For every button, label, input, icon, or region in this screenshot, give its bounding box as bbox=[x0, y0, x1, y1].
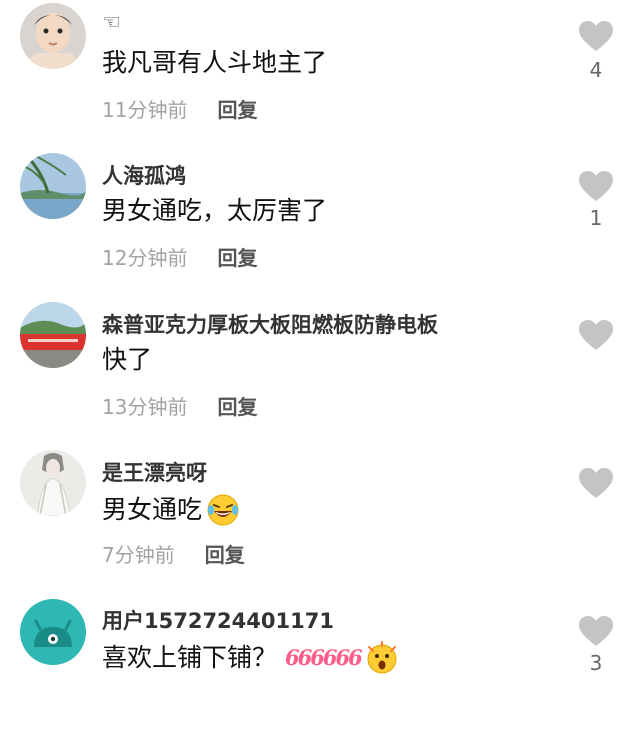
comment-time: 11分钟前 bbox=[102, 98, 188, 122]
comment-text-body: 快了 bbox=[102, 345, 153, 374]
like-heart-icon[interactable] bbox=[578, 615, 614, 647]
like-count: 1 bbox=[589, 206, 603, 230]
comment-item: 用户1572724401171 喜欢上铺下铺？ 666666 3 bbox=[0, 593, 635, 741]
reply-button[interactable]: 回复 bbox=[205, 539, 245, 568]
comment-text: 男女通吃，太厉害了 bbox=[102, 196, 327, 226]
comment-item: 人海孤鸿 男女通吃，太厉害了 12分钟前 回复 1 bbox=[0, 148, 635, 296]
username[interactable]: 森普亚克力厚板大板阻燃板防静电板 bbox=[102, 309, 438, 339]
comment-text: 喜欢上铺下铺？ 666666 bbox=[102, 641, 399, 675]
like-heart-icon[interactable] bbox=[578, 467, 614, 499]
shocked-emoji-icon bbox=[365, 641, 399, 675]
comment-meta: 11分钟前 回复 bbox=[102, 94, 257, 123]
comment-text: 我凡哥有人斗地主了 bbox=[102, 48, 327, 78]
comment-item: 是王漂亮呀 男女通吃 7分钟前 回复 bbox=[0, 445, 635, 593]
reply-button[interactable]: 回复 bbox=[217, 242, 257, 271]
comment-meta: 12分钟前 回复 bbox=[102, 242, 257, 271]
avatar[interactable] bbox=[20, 302, 86, 368]
username[interactable]: 是王漂亮呀 bbox=[102, 457, 207, 487]
comment-item: 森普亚克力厚板大板阻燃板防静电板 快了 13分钟前 回复 bbox=[0, 297, 635, 445]
like-count: 4 bbox=[589, 58, 603, 82]
avatar[interactable] bbox=[20, 450, 86, 516]
comment-text: 快了 bbox=[102, 345, 152, 375]
comment-meta: 7分钟前 回复 bbox=[102, 539, 245, 568]
reply-button[interactable]: 回复 bbox=[217, 391, 257, 420]
avatar[interactable] bbox=[20, 153, 86, 219]
avatar[interactable] bbox=[20, 599, 86, 665]
username[interactable]: 人海孤鸿 bbox=[102, 160, 186, 190]
comment-item: ☜ 我凡哥有人斗地主了 11分钟前 回复 4 bbox=[0, 0, 635, 148]
comment-meta: 13分钟前 回复 bbox=[102, 391, 257, 420]
comment-text-body: 我凡哥有人斗地主了 bbox=[102, 48, 328, 77]
like-count: 3 bbox=[589, 651, 603, 675]
comment-text-body: 男女通吃 bbox=[102, 495, 203, 524]
laughing-crying-emoji-icon bbox=[206, 493, 240, 527]
like-heart-icon[interactable] bbox=[578, 319, 614, 351]
comment-text: 男女通吃 bbox=[102, 493, 240, 527]
comment-time: 12分钟前 bbox=[102, 246, 188, 270]
comment-text-body: 男女通吃，太厉害了 bbox=[102, 196, 328, 225]
666-sticker-icon: 666666 bbox=[285, 645, 363, 670]
reply-button[interactable]: 回复 bbox=[217, 94, 257, 123]
comment-time: 7分钟前 bbox=[102, 543, 175, 567]
avatar[interactable] bbox=[20, 3, 86, 69]
comment-time: 13分钟前 bbox=[102, 395, 188, 419]
like-heart-icon[interactable] bbox=[578, 170, 614, 202]
username[interactable]: ☜ bbox=[102, 10, 121, 34]
username[interactable]: 用户1572724401171 bbox=[102, 605, 334, 635]
like-heart-icon[interactable] bbox=[578, 20, 614, 52]
comment-text-body: 喜欢上铺下铺？ bbox=[102, 643, 278, 672]
